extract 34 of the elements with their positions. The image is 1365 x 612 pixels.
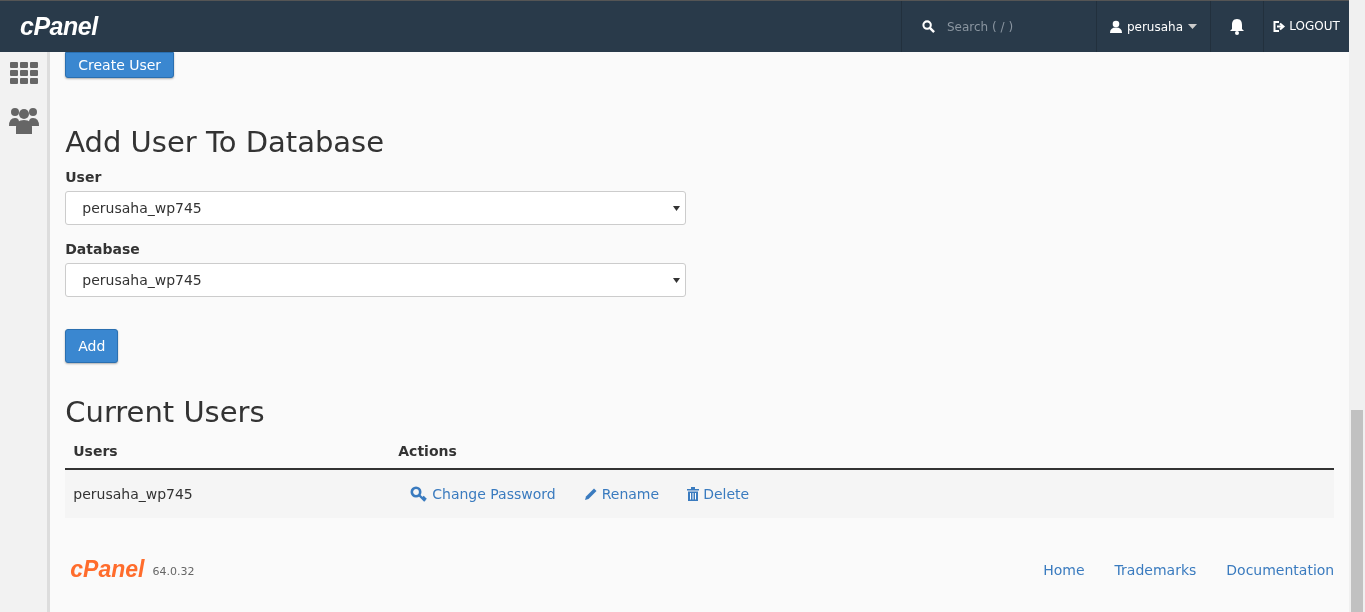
create-user-button[interactable]: Create User	[65, 52, 175, 78]
delete-link[interactable]: Delete	[687, 486, 750, 502]
caret-icon	[673, 277, 681, 283]
user-icon	[1109, 20, 1122, 33]
footer-link[interactable]: Trademarks	[1114, 561, 1197, 578]
footer-link[interactable]: Home	[1043, 561, 1085, 578]
database-select[interactable]: perusaha_wp745	[65, 263, 687, 297]
cpanel-logo: cPanel	[70, 556, 145, 583]
column-header: Actions	[398, 443, 457, 459]
add-button[interactable]: Add	[65, 329, 119, 363]
section-title: Current Users	[65, 395, 265, 429]
user-select[interactable]: perusaha_wp745	[65, 191, 687, 225]
trash-icon	[687, 487, 700, 501]
caret-icon	[1188, 24, 1198, 29]
bell-icon[interactable]	[1229, 18, 1245, 35]
logout-icon	[1273, 20, 1287, 32]
table-cell-text: perusaha_wp745	[73, 486, 194, 502]
key-icon	[410, 486, 429, 502]
change-password-link[interactable]: Change Password	[410, 486, 556, 502]
footer-link[interactable]: Documentation	[1226, 561, 1335, 578]
pencil-icon	[583, 487, 598, 501]
column-header: Users	[73, 443, 119, 459]
user-menu[interactable]: perusaha	[1096, 1, 1210, 52]
search-field[interactable]: Search ( / )	[945, 18, 1069, 35]
field-label: Database	[65, 241, 140, 257]
cpanel-logo[interactable]: cPanel	[20, 12, 98, 41]
users-icon[interactable]	[8, 106, 39, 134]
rename-link[interactable]: Rename	[583, 486, 660, 502]
search-icon	[922, 20, 935, 33]
field-label: User	[65, 169, 102, 185]
version-text: 64.0.32	[152, 565, 195, 578]
caret-icon	[673, 205, 681, 211]
grid-icon[interactable]	[9, 62, 38, 84]
section-title: Add User To Database	[65, 125, 385, 159]
